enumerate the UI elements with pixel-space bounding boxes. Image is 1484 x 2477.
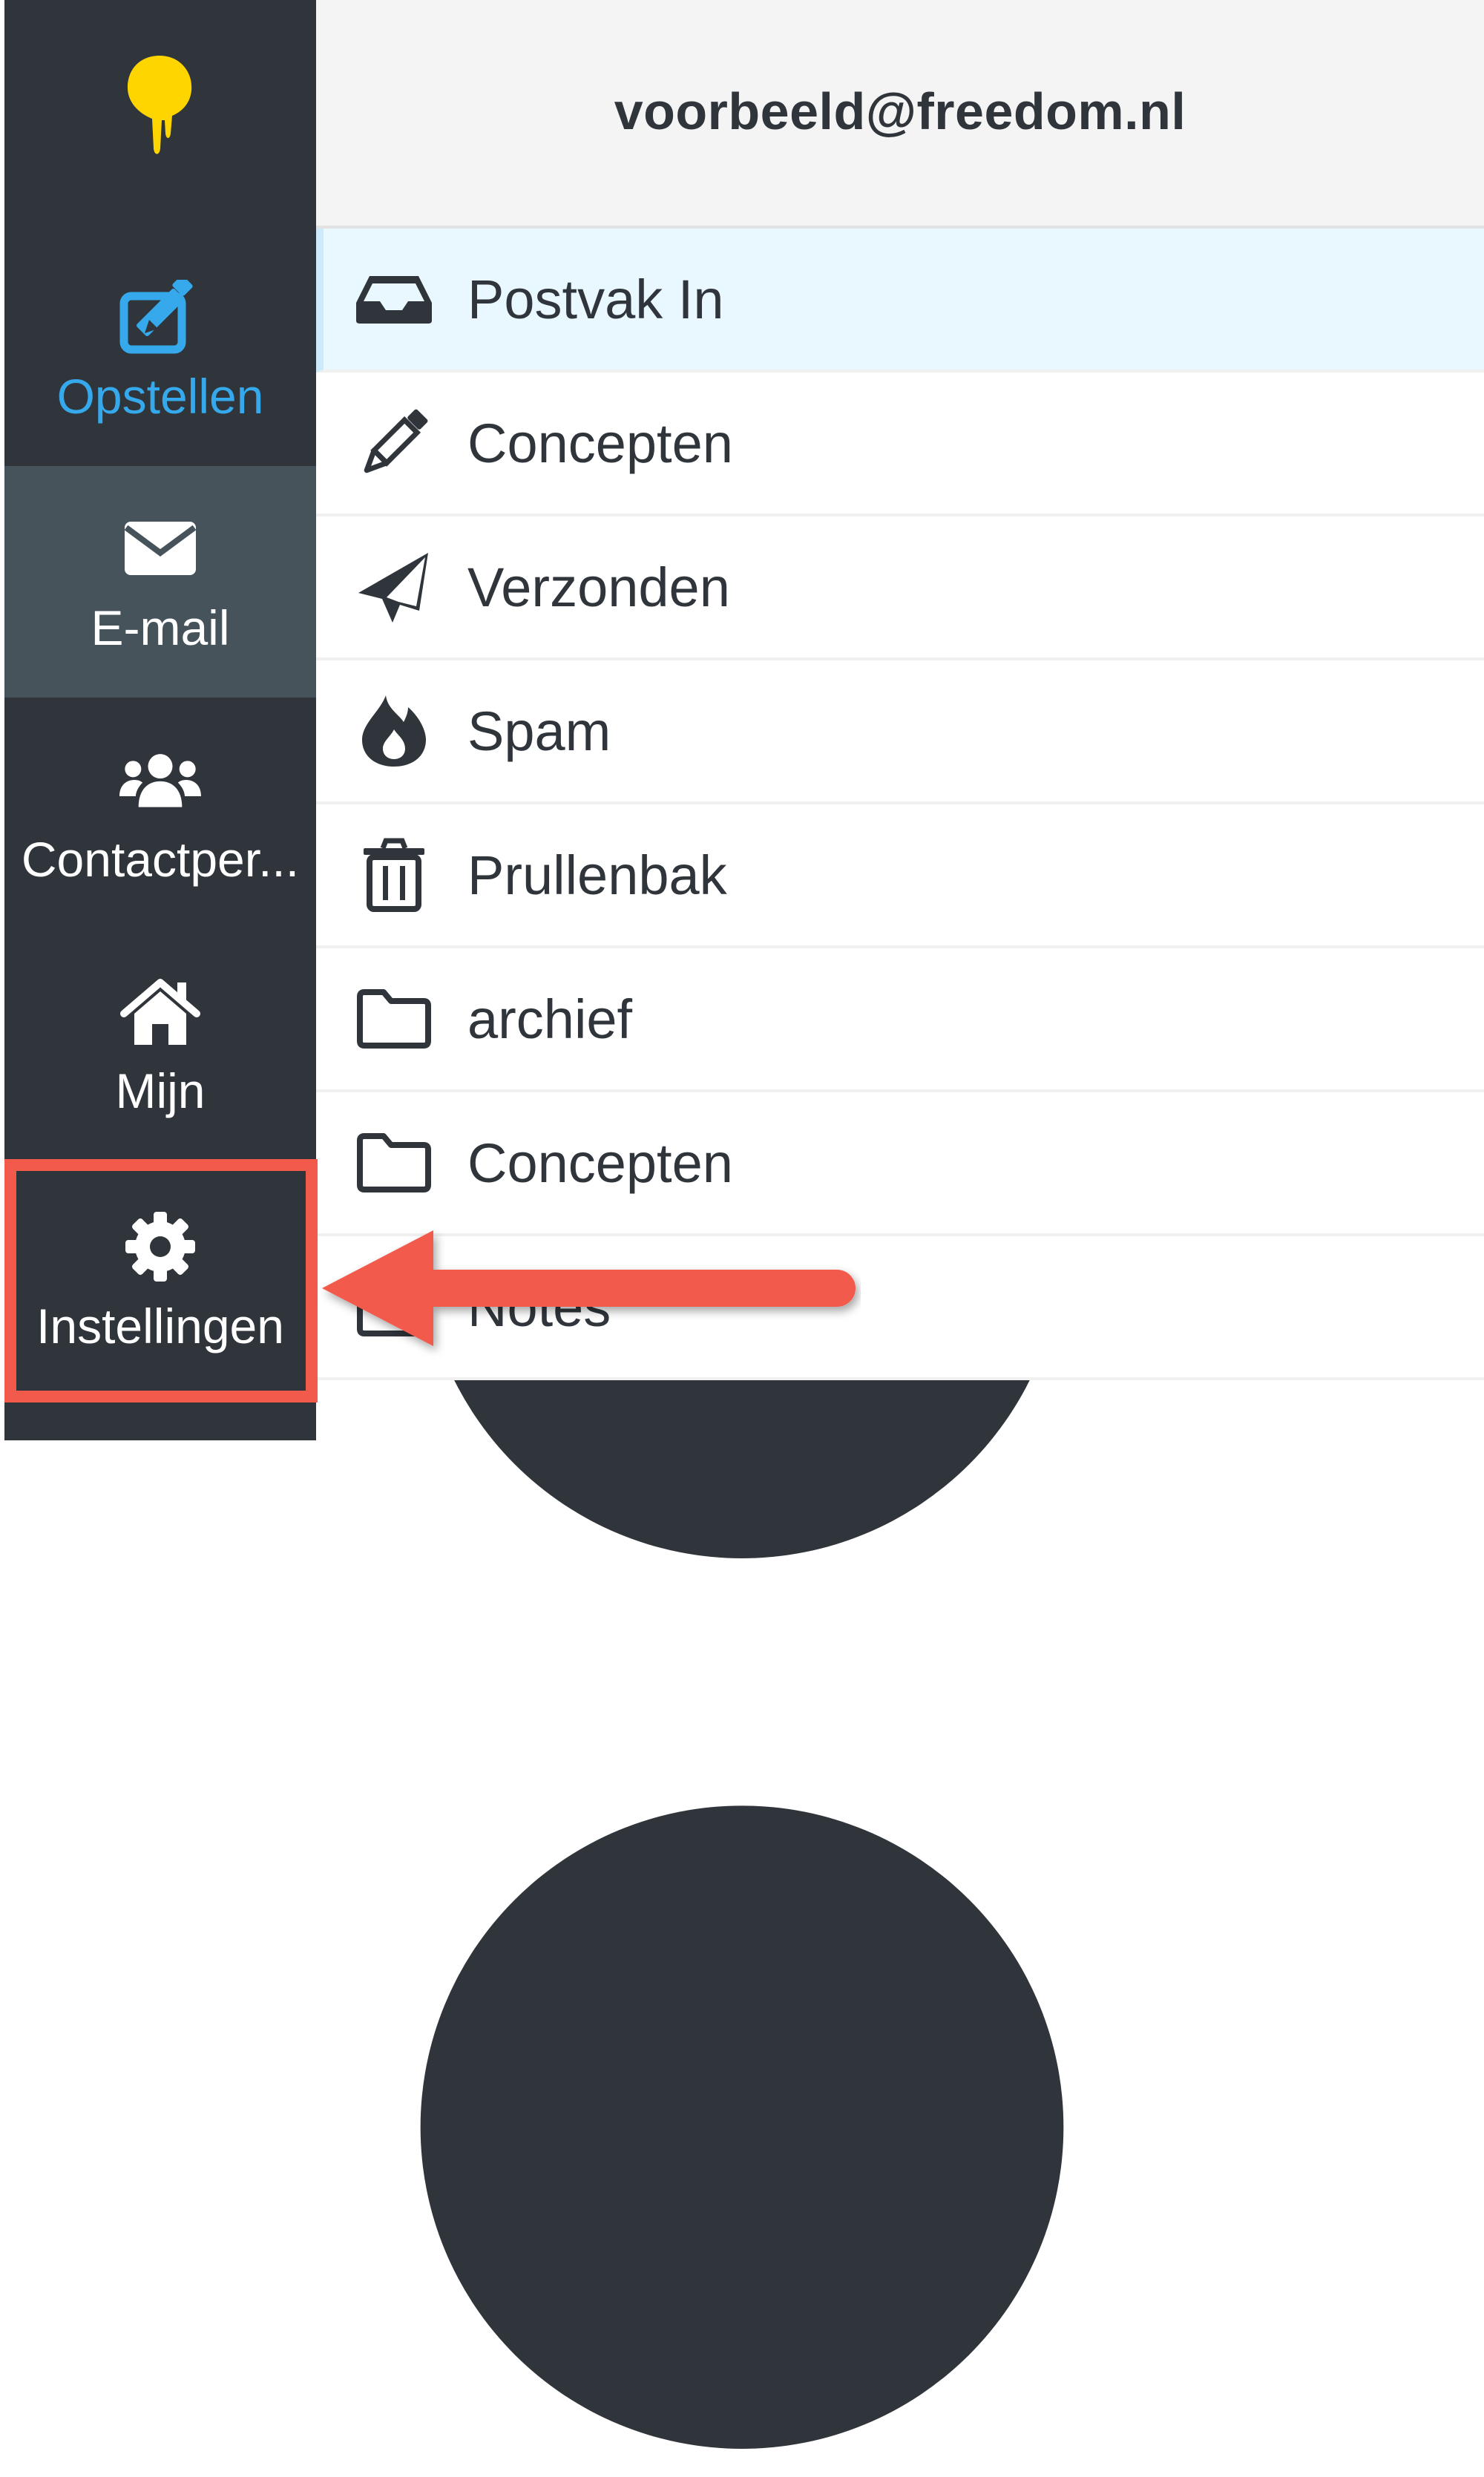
envelope-icon [119, 508, 201, 589]
inbox-icon [353, 258, 435, 340]
sidebar-item-contacts[interactable]: Contactper... [4, 698, 316, 929]
sidebar-item-label: E-mail [91, 600, 230, 655]
sidebar: Opstellen E-mail Contactper... Mijn Inst… [0, 0, 316, 1440]
folder-icon [353, 978, 435, 1060]
sidebar-item-label: Instellingen [36, 1299, 284, 1354]
pencil-icon [353, 402, 435, 484]
folder-name: Prullenbak [467, 844, 727, 906]
folder-item-archief[interactable]: archief [316, 948, 1484, 1092]
sidebar-item-settings[interactable]: Instellingen [4, 1161, 316, 1400]
brand-logo [128, 56, 192, 154]
account-email: voorbeeld@freedom.nl [614, 82, 1186, 140]
folder-item-trash[interactable]: Prullenbak [316, 804, 1484, 948]
folder-list: Postvak In Concepten Verzonden Spam Prul… [316, 229, 1484, 1380]
gear-icon [119, 1206, 201, 1287]
fire-icon [353, 690, 435, 772]
folder-icon [353, 1122, 435, 1204]
folder-name: Postvak In [467, 268, 724, 330]
sidebar-item-mijn[interactable]: Mijn [4, 929, 316, 1161]
folder-item-spam[interactable]: Spam [316, 660, 1484, 804]
folder-name: Concepten [467, 1132, 733, 1194]
folder-name: Concepten [467, 412, 733, 474]
folder-item-notes[interactable]: Notes [316, 1236, 1484, 1380]
sidebar-item-label: Contactper... [21, 832, 300, 887]
sidebar-item-label: Opstellen [56, 369, 264, 424]
sidebar-item-email[interactable]: E-mail [4, 466, 316, 698]
folder-item-drafts[interactable]: Concepten [316, 373, 1484, 516]
home-icon [119, 971, 201, 1052]
compose-icon [119, 276, 201, 358]
folder-name: Spam [467, 700, 611, 762]
folder-item-sent[interactable]: Verzonden [316, 516, 1484, 660]
paper-plane-icon [353, 546, 435, 628]
users-icon [119, 739, 201, 821]
folder-name: Verzonden [467, 556, 730, 618]
folder-item-concepten[interactable]: Concepten [316, 1092, 1484, 1236]
sidebar-item-compose[interactable]: Opstellen [4, 234, 316, 466]
account-header: voorbeeld@freedom.nl [316, 0, 1484, 229]
folder-name: archief [467, 988, 633, 1050]
sidebar-item-label: Mijn [115, 1063, 206, 1118]
trash-icon [353, 834, 435, 916]
folder-item-inbox[interactable]: Postvak In [316, 229, 1484, 373]
folder-name: Notes [467, 1276, 611, 1338]
folder-icon [353, 1266, 435, 1348]
